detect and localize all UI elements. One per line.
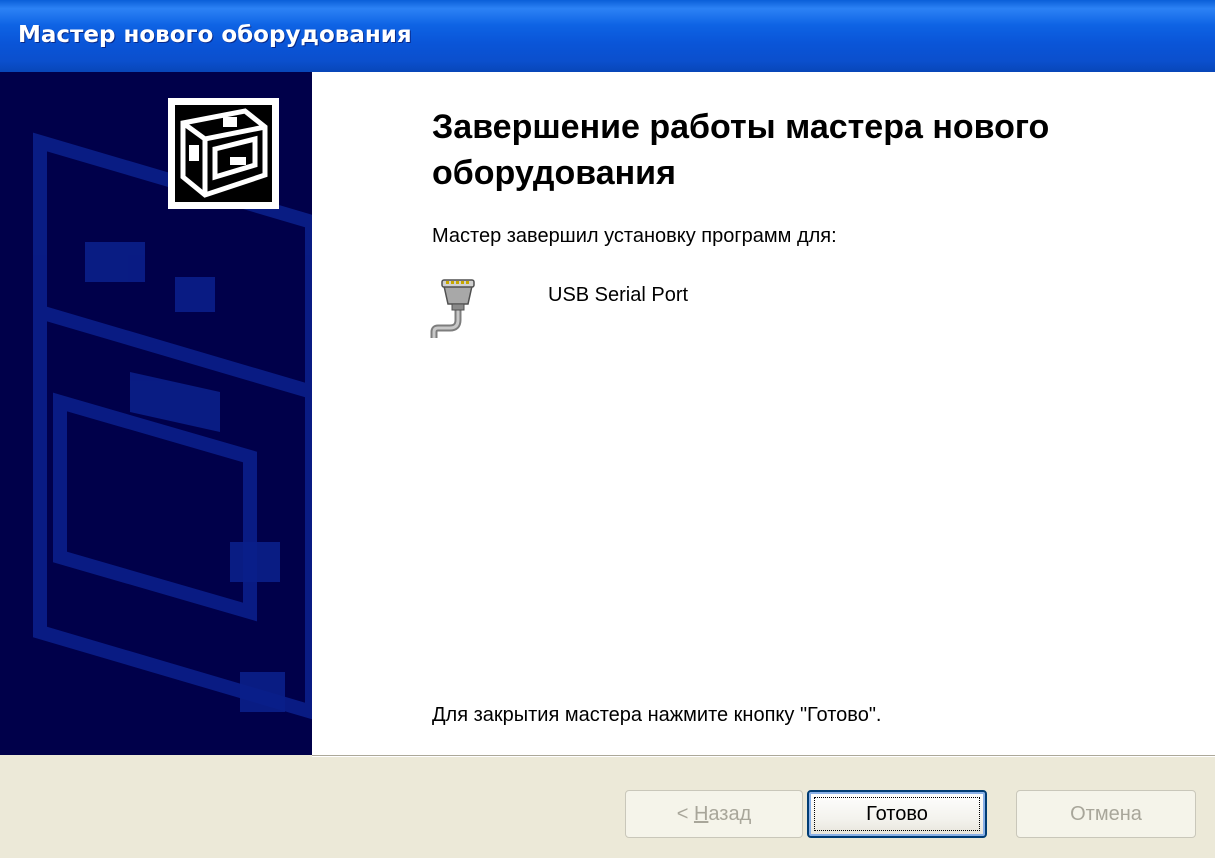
- back-button[interactable]: < Назад: [625, 790, 803, 838]
- completion-message: Мастер завершил установку программ для:: [432, 225, 837, 247]
- close-instruction: Для закрытия мастера нажмите кнопку "Гот…: [432, 704, 882, 726]
- title-bar[interactable]: Мастер нового оборудования: [0, 0, 1215, 72]
- cancel-button[interactable]: Отмена: [1016, 790, 1196, 838]
- footer-divider: [312, 755, 1215, 757]
- wizard-content: Завершение работы мастера нового оборудо…: [312, 72, 1215, 755]
- back-button-label: азад: [708, 803, 752, 825]
- hardware-glyph-icon: [180, 108, 268, 198]
- device-name: USB Serial Port: [548, 284, 689, 306]
- back-button-prefix: <: [676, 803, 694, 825]
- focus-rectangle: [814, 797, 980, 831]
- wizard-sidebar: [0, 72, 312, 755]
- page-title: Завершение работы мастера нового оборудо…: [432, 108, 1050, 192]
- back-button-mnemonic: Н: [693, 803, 709, 825]
- cancel-button-label: Отмена: [1070, 803, 1142, 825]
- finish-button[interactable]: Готово: [807, 790, 987, 838]
- hardware-icon: [168, 98, 279, 209]
- serial-port-icon: [430, 279, 475, 338]
- window-title: Мастер нового оборудования: [18, 22, 412, 48]
